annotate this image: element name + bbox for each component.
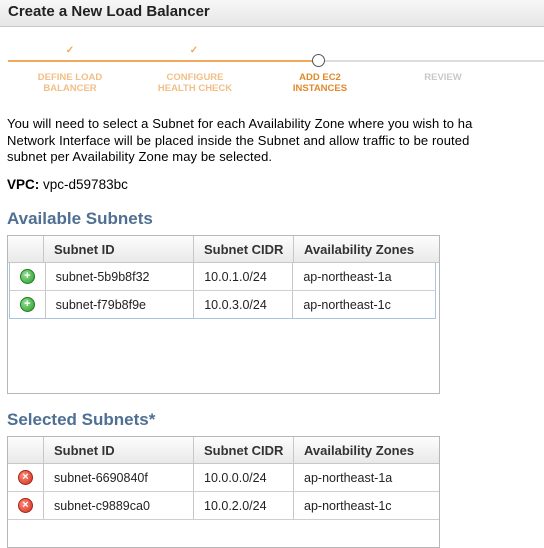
available-subnets-table: Subnet ID Subnet CIDR Availability Zones… [7, 235, 440, 394]
header-subnet-id[interactable]: Subnet ID [44, 236, 194, 262]
subnet-cidr: 10.0.1.0/24 [194, 263, 294, 290]
availability-zone: ap-northeast-1a [304, 470, 393, 485]
table-row[interactable]: × subnet-6690840f 10.0.0.0/24 ap-northea… [8, 464, 439, 492]
step-2-checkmark-icon: ✓ [189, 45, 199, 56]
header-subnet-cidr[interactable]: Subnet CIDR [194, 236, 294, 262]
page-title: Create a New Load Balancer [8, 3, 210, 20]
subnet-id: subnet-f79b8f9e [46, 291, 195, 318]
progress-track-remaining [321, 60, 544, 62]
header-subnet-id[interactable]: Subnet ID [44, 437, 194, 463]
add-subnet-button[interactable]: + [10, 263, 46, 290]
remove-circle-icon[interactable]: × [18, 470, 33, 485]
step-configure-health-check[interactable]: CONFIGURE HEALTH CHECK [140, 72, 250, 94]
subnet-id: subnet-5b9b8f32 [46, 263, 195, 290]
subnet-id: subnet-c9889ca0 [44, 492, 194, 519]
selected-subnets-table: Subnet ID Subnet CIDR Availability Zones… [7, 436, 440, 548]
subnet-cidr: 10.0.3.0/24 [194, 291, 294, 318]
table-header: Subnet ID Subnet CIDR Availability Zones [8, 236, 439, 263]
subnet-id: subnet-6690840f [44, 464, 194, 491]
table-row[interactable]: × subnet-c9889ca0 10.0.2.0/24 ap-northea… [8, 492, 439, 520]
vpc-label: VPC: [7, 177, 40, 192]
wizard-progress: ✓ ✓ DEFINE LOAD BALANCER CONFIGURE HEALT… [0, 40, 544, 100]
table-row[interactable]: + subnet-5b9b8f32 10.0.1.0/24 ap-northea… [9, 263, 436, 291]
availability-zone: ap-northeast-1a [303, 269, 392, 284]
selected-subnets-title: Selected Subnets* [7, 410, 156, 429]
remove-subnet-button[interactable]: × [8, 492, 44, 519]
title-bar: Create a New Load Balancer [0, 0, 544, 27]
remove-circle-icon[interactable]: × [18, 498, 33, 513]
header-action [8, 236, 44, 262]
step-add-ec2-instances: ADD EC2 INSTANCES [292, 72, 348, 94]
header-action [8, 437, 44, 463]
step-1-checkmark-icon: ✓ [65, 45, 75, 56]
header-subnet-cidr[interactable]: Subnet CIDR [194, 437, 294, 463]
table-header: Subnet ID Subnet CIDR Availability Zones [8, 437, 439, 464]
vpc-id: vpc-d59783bc [43, 177, 128, 192]
vpc-info: VPC: vpc-d59783bc [7, 177, 128, 192]
table-row[interactable]: + subnet-f79b8f9e 10.0.3.0/24 ap-northea… [9, 291, 436, 319]
current-step-indicator [312, 54, 325, 67]
header-availability-zones[interactable]: Availability Zones [294, 236, 437, 262]
step-define-load-balancer[interactable]: DEFINE LOAD BALANCER [15, 72, 125, 94]
header-availability-zones[interactable]: Availability Zones [294, 437, 437, 463]
availability-zone: ap-northeast-1c [303, 297, 391, 312]
subnet-cidr: 10.0.2.0/24 [194, 492, 294, 519]
add-circle-icon[interactable]: + [19, 269, 35, 284]
remove-subnet-button[interactable]: × [8, 464, 44, 491]
progress-track-complete [8, 60, 315, 62]
available-subnets-title: Available Subnets [7, 209, 153, 228]
add-circle-icon[interactable]: + [19, 297, 35, 312]
add-subnet-button[interactable]: + [10, 291, 46, 318]
subnet-cidr: 10.0.0.0/24 [194, 464, 294, 491]
instructions-text: You will need to select a Subnet for eac… [7, 116, 473, 164]
availability-zone: ap-northeast-1c [304, 498, 392, 513]
step-review: REVIEW [424, 72, 462, 83]
